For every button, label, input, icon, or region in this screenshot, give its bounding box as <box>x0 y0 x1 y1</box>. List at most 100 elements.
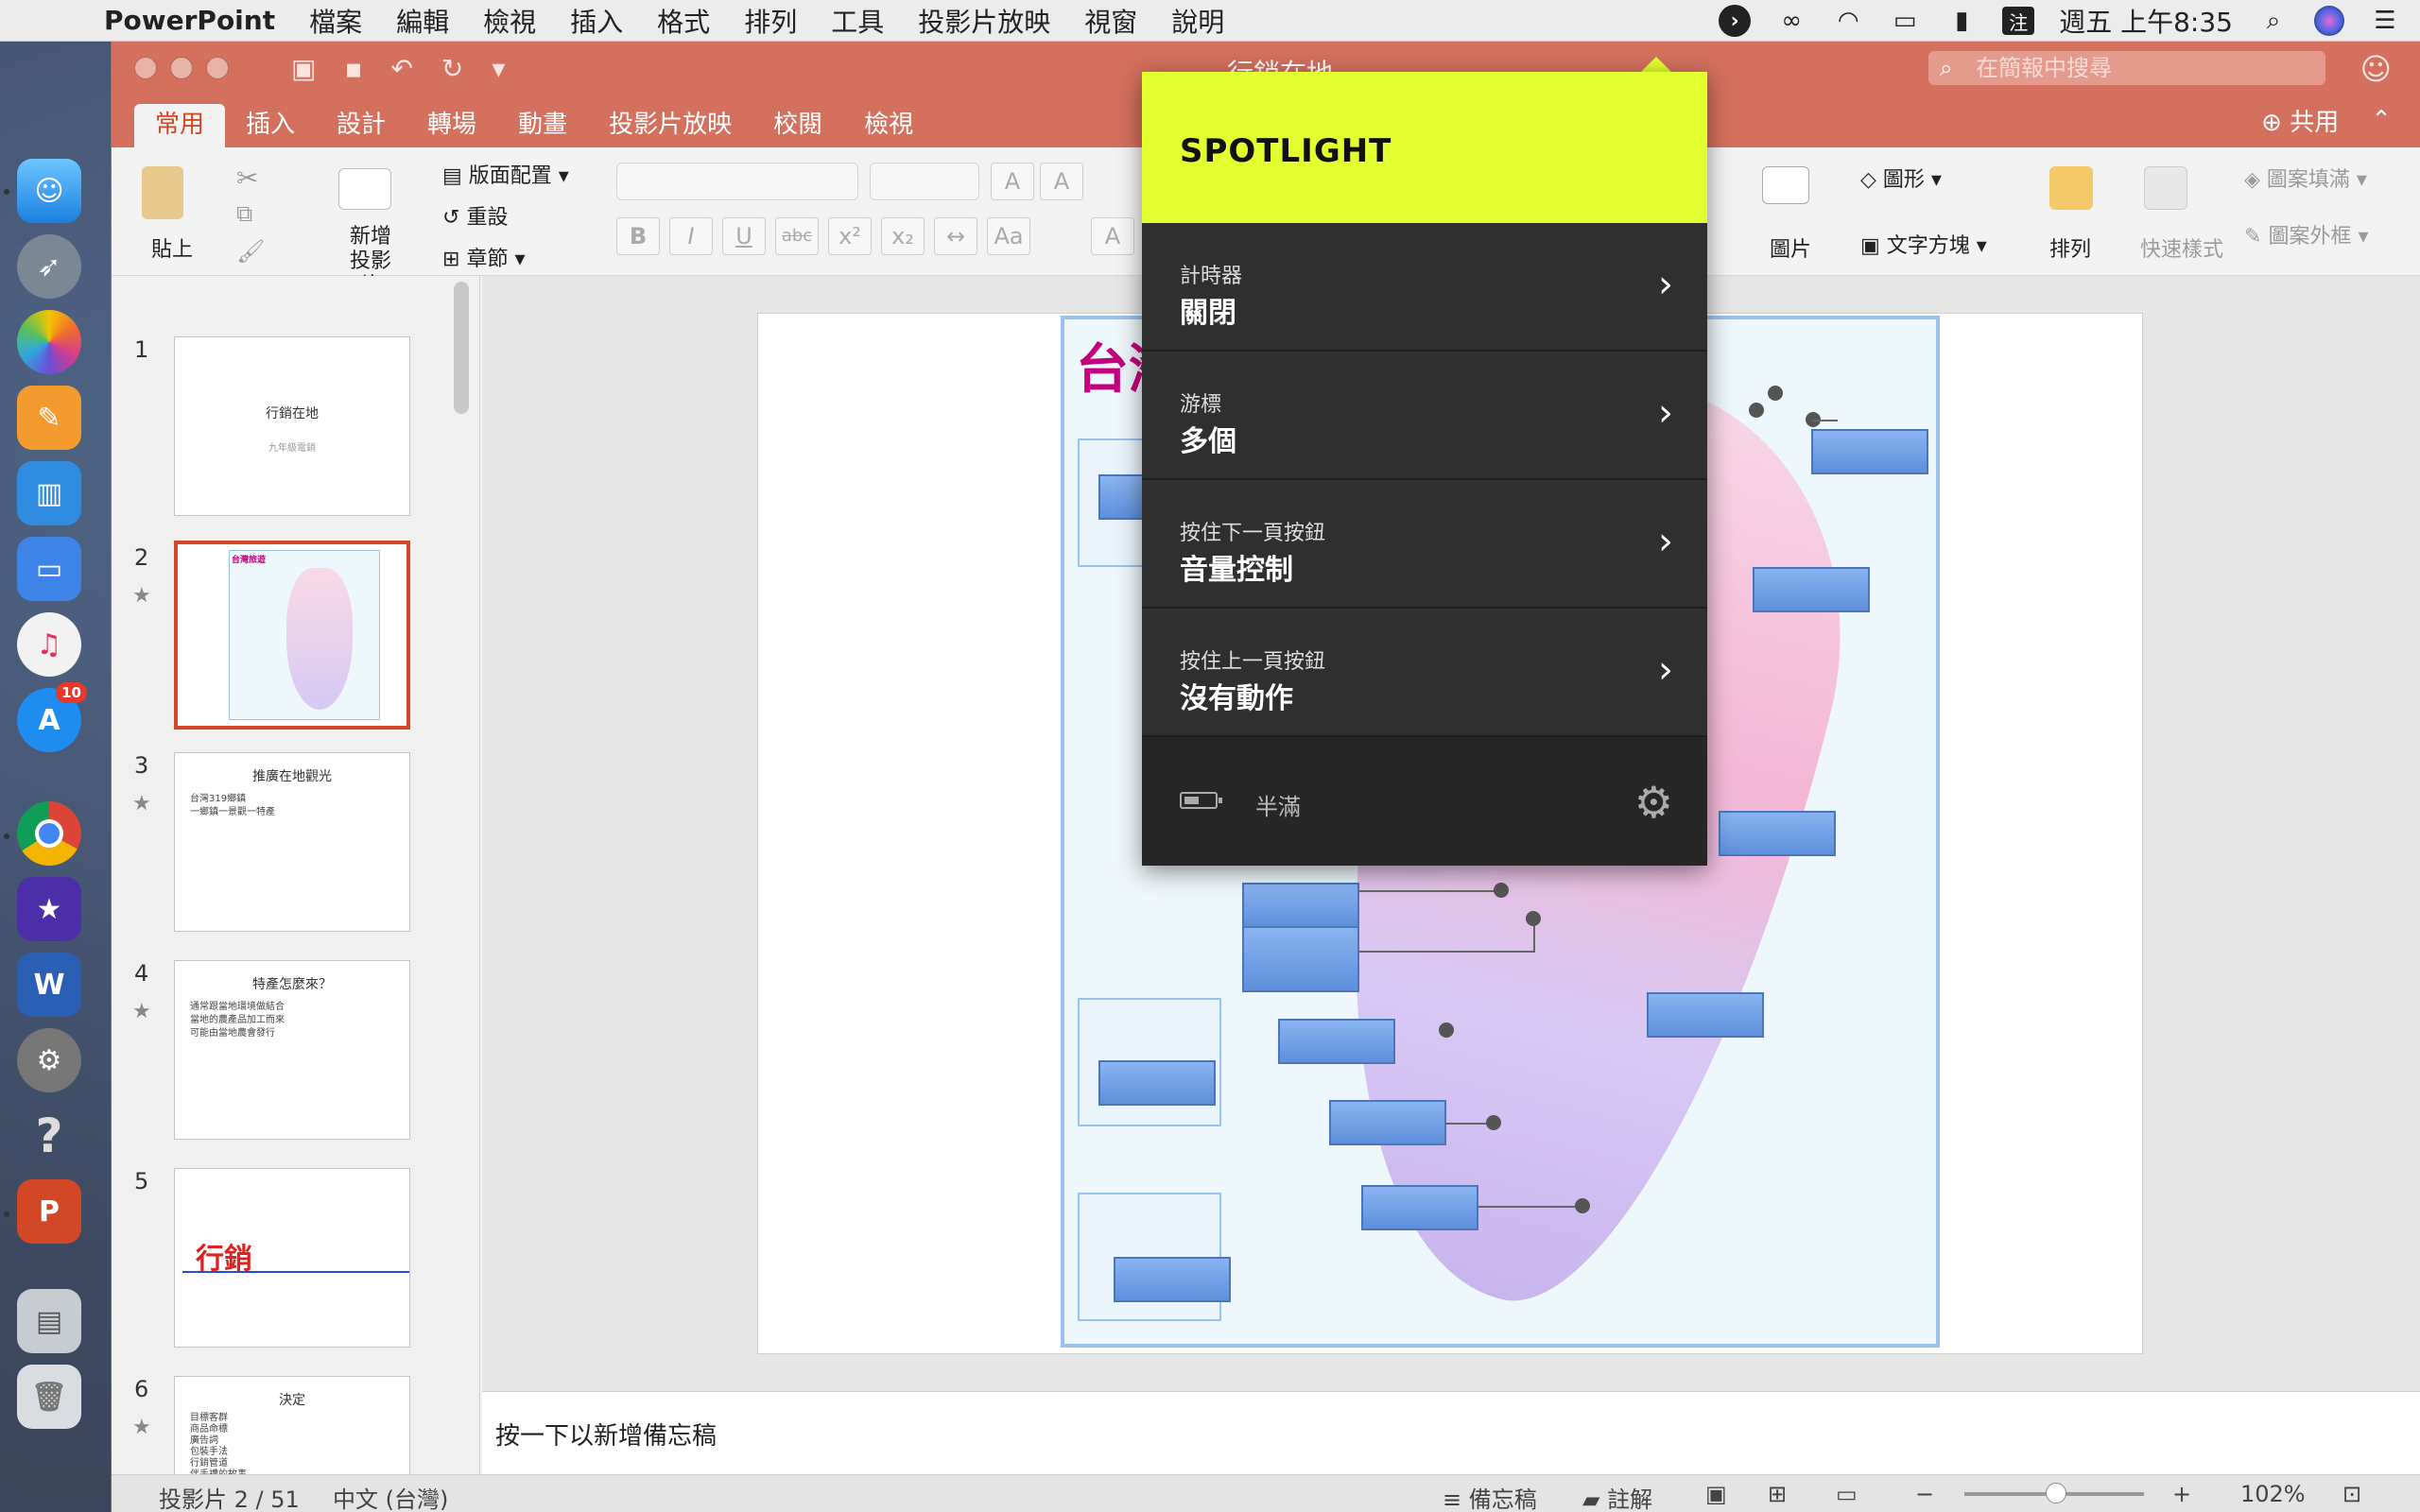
tab-design[interactable]: 設計 <box>316 104 406 147</box>
section-button[interactable]: ⊞ 章節 ▾ <box>442 242 526 272</box>
imovie-icon[interactable]: ★ <box>17 877 81 941</box>
pages-icon[interactable]: ✎ <box>17 386 81 450</box>
label-box[interactable] <box>1278 1019 1395 1064</box>
label-box[interactable] <box>1329 1100 1446 1145</box>
spotlight-row-hold-next[interactable]: 按住下一頁按鈕 音量控制 › <box>1142 480 1707 609</box>
label-box[interactable] <box>1114 1257 1231 1302</box>
comments-button[interactable]: ▰ 註解 <box>1582 1481 1652 1512</box>
quick-styles-label[interactable]: 快速樣式 <box>2140 232 2223 263</box>
format-painter-icon[interactable]: 🖌 <box>236 238 265 265</box>
airplay-icon[interactable]: ▭ <box>1889 7 1921 35</box>
paste-label[interactable]: 貼上 <box>151 232 193 263</box>
language-indicator[interactable]: 中文 (台灣) <box>333 1481 448 1512</box>
customize-toolbar-icon[interactable]: ▾ <box>492 53 505 84</box>
font-family-select[interactable] <box>616 163 858 200</box>
tab-slideshow[interactable]: 投影片放映 <box>588 104 752 147</box>
feedback-smiley-icon[interactable]: ☺ <box>2360 51 2392 87</box>
system-preferences-icon[interactable]: ⚙ <box>17 1028 81 1092</box>
label-box[interactable] <box>1242 926 1359 992</box>
italic-button[interactable]: I <box>669 217 713 255</box>
search-input[interactable]: ⌕ 在簡報中搜尋 <box>1928 51 2325 85</box>
panel-scrollbar[interactable] <box>454 282 469 414</box>
notes-pane[interactable]: 按一下以新增備忘稿 <box>482 1391 2420 1474</box>
arrange-icon[interactable] <box>2049 166 2093 210</box>
slide-thumbnail-3[interactable]: 推廣在地觀光 台灣319鄉鎮 一鄉鎮一景觀一特產 <box>174 752 410 932</box>
wifi-icon[interactable]: ◠ <box>1832 7 1864 35</box>
menu-arrange[interactable]: 排列 <box>727 2 814 40</box>
keynote-icon[interactable]: ▭ <box>17 537 81 601</box>
menu-tools[interactable]: 工具 <box>814 2 901 40</box>
siri-icon[interactable] <box>2314 6 2344 36</box>
clear-format-button[interactable]: A <box>1091 217 1134 255</box>
search-icon[interactable]: ⌕ <box>2257 7 2290 35</box>
sidebar-toggle-icon[interactable]: ▣ <box>291 53 316 84</box>
slide-thumbnail-2[interactable]: 台灣旅遊 <box>174 541 410 730</box>
menu-app-name[interactable]: PowerPoint <box>104 5 292 36</box>
chrome-icon[interactable] <box>17 801 81 866</box>
char-spacing-button[interactable]: ↔ <box>934 217 977 255</box>
label-box[interactable] <box>1361 1185 1478 1230</box>
increase-font-button[interactable]: A <box>991 163 1034 200</box>
cut-icon[interactable]: ✂ <box>236 163 258 194</box>
notification-center-icon[interactable]: ☰ <box>2369 7 2401 35</box>
normal-view-icon[interactable]: ▣ <box>1705 1481 1727 1507</box>
bold-button[interactable]: B <box>616 217 660 255</box>
numbers-icon[interactable]: ▥ <box>17 461 81 525</box>
menu-help[interactable]: 說明 <box>1154 2 1241 40</box>
tab-animations[interactable]: 動畫 <box>497 104 588 147</box>
reset-button[interactable]: ↺ 重設 <box>442 200 508 231</box>
spotlight-row-hold-prev[interactable]: 按住上一頁按鈕 沒有動作 › <box>1142 609 1707 737</box>
new-slide-icon[interactable] <box>338 168 391 210</box>
shape-fill-button[interactable]: ◈ 圖案填滿 ▾ <box>2244 163 2367 193</box>
menu-slideshow[interactable]: 投影片放映 <box>901 2 1067 40</box>
collapse-ribbon-icon[interactable]: ⌃ <box>2371 106 2392 134</box>
powerpoint-icon[interactable]: P <box>17 1179 81 1244</box>
menu-format[interactable]: 格式 <box>640 2 727 40</box>
itunes-icon[interactable]: ♫ <box>17 612 81 677</box>
copy-icon[interactable]: ⧉ <box>236 200 252 227</box>
menu-view[interactable]: 檢視 <box>466 2 553 40</box>
notes-button[interactable]: ≡ 備忘稿 <box>1443 1481 1537 1512</box>
menu-insert[interactable]: 插入 <box>553 2 640 40</box>
quick-styles-icon[interactable] <box>2144 166 2187 210</box>
tab-home[interactable]: 常用 <box>134 104 226 147</box>
shape-button[interactable]: ◇ 圖形 ▾ <box>1860 163 1942 193</box>
zoom-slider-knob[interactable] <box>2046 1483 2066 1503</box>
tab-insert[interactable]: 插入 <box>225 104 316 147</box>
downloads-icon[interactable]: ▤ <box>17 1289 81 1353</box>
input-method-icon[interactable]: 注 <box>2002 7 2035 35</box>
slide-thumbnail-6[interactable]: 決定 目標客群 商品命標 廣告詞 包裝手法 行銷管道 伴手禮的故事 <box>174 1376 410 1480</box>
strikethrough-button[interactable]: abc <box>775 217 819 255</box>
subscript-button[interactable]: x₂ <box>881 217 925 255</box>
layout-button[interactable]: ▤ 版面配置 ▾ <box>442 159 569 189</box>
label-box[interactable] <box>1753 567 1870 612</box>
battery-icon[interactable]: ▮ <box>1945 7 1978 35</box>
zoom-in-icon[interactable]: + <box>2172 1481 2191 1507</box>
slide-thumbnail-5[interactable]: 行銷 <box>174 1168 410 1348</box>
label-box[interactable] <box>1811 429 1928 474</box>
creative-cloud-icon[interactable]: ∞ <box>1775 7 1807 35</box>
undo-icon[interactable]: ↶ <box>390 53 412 84</box>
spotlight-app-icon[interactable]: › <box>1719 5 1752 37</box>
slide-thumbnail-4[interactable]: 特產怎麼來？ 通常跟當地環境做結合 當地的農產品加工而來 可能由當地農會發行 <box>174 960 410 1140</box>
label-box[interactable] <box>1098 1060 1216 1106</box>
shape-outline-button[interactable]: ✎ 圖案外框 ▾ <box>2244 219 2369 249</box>
zoom-level[interactable]: 102% <box>2240 1481 2306 1507</box>
slide-sorter-icon[interactable]: ⊞ <box>1768 1481 1787 1507</box>
reading-view-icon[interactable]: ▭ <box>1836 1481 1858 1507</box>
save-icon[interactable]: ▪ <box>344 53 362 84</box>
tab-review[interactable]: 校閱 <box>752 104 843 147</box>
change-case-button[interactable]: Aa <box>987 217 1030 255</box>
label-box[interactable] <box>1719 811 1836 856</box>
menu-window[interactable]: 視窗 <box>1067 2 1154 40</box>
label-box[interactable] <box>1647 992 1764 1038</box>
gear-icon[interactable]: ⚙ <box>1634 777 1673 828</box>
menu-file[interactable]: 檔案 <box>292 2 379 40</box>
fit-to-window-icon[interactable]: ⊡ <box>2342 1481 2361 1507</box>
arrange-label[interactable]: 排列 <box>2049 232 2091 263</box>
spotlight-row-timer[interactable]: 計時器 關閉 › <box>1142 223 1707 352</box>
share-button[interactable]: ⊕ 共用 <box>2261 103 2339 138</box>
word-icon[interactable]: W <box>17 953 81 1017</box>
zoom-button[interactable] <box>206 57 229 79</box>
close-button[interactable] <box>134 57 157 79</box>
